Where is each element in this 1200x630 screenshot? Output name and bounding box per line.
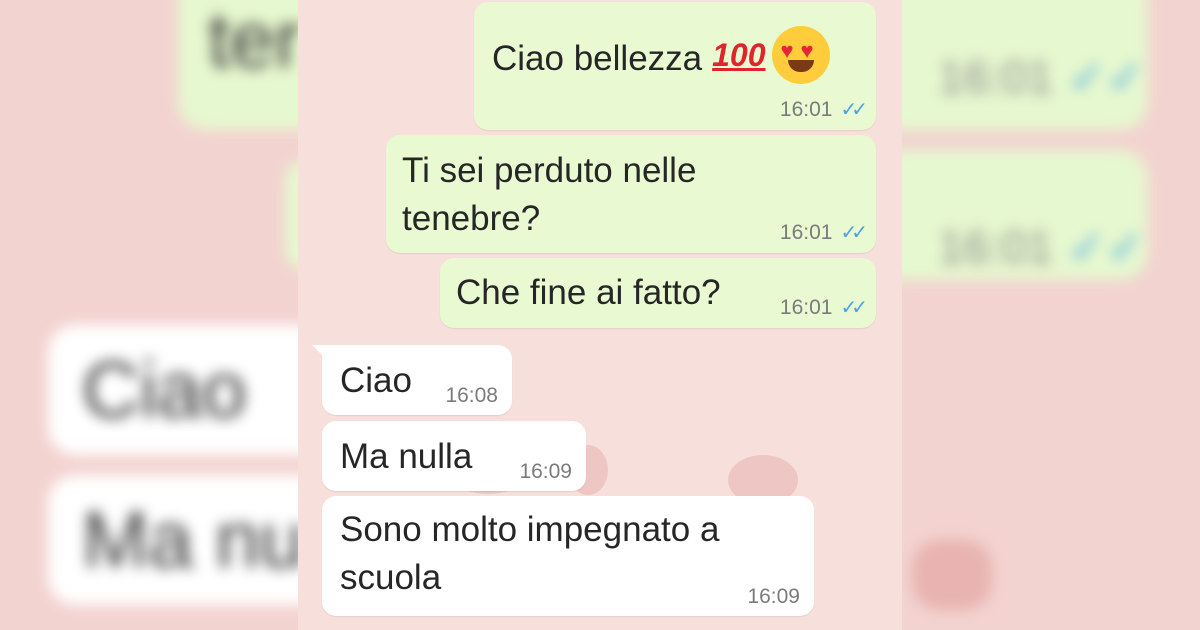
message-text: Che fine ai fatto? (456, 273, 721, 312)
message-text-content: Ciao bellezza (492, 39, 703, 78)
heart-eyes-emoji-icon: ♥ ♥ (771, 26, 830, 84)
blurred-timestamp: 16:01 (938, 51, 1054, 103)
bubble-tail (312, 345, 326, 359)
message-time: 16:09 (519, 460, 572, 483)
message-time: 16:08 (445, 384, 498, 407)
message-text-line: Sono molto impegnato a (340, 510, 720, 549)
message-text: Ciao (340, 361, 412, 400)
incoming-message[interactable]: Sono molto impegnato a scuola 16:09 (322, 496, 814, 616)
message-meta: 16:01 ✓✓ (779, 220, 868, 245)
blurred-text: Ma nu (82, 495, 298, 584)
chat-conversation[interactable]: Ciao bellezza 100 ♥ ♥ 16:01 ✓✓ Ti sei perdut… (298, 0, 902, 630)
blurred-incoming-bubble: Ma nu (48, 475, 298, 605)
incoming-message[interactable]: Ciao 16:08 (312, 345, 512, 415)
blurred-outgoing-bubble: ter (178, 0, 298, 130)
blurred-outgoing-bubble (285, 160, 298, 270)
blurred-background-left: ter Ciao Ma nu (0, 0, 298, 630)
message-text-line: scuola (340, 558, 442, 597)
hundred-points-emoji-icon: 100 (712, 37, 766, 73)
blurred-incoming-bubble: Ciao (48, 325, 298, 455)
message-meta: 16:01 ✓✓ (779, 97, 868, 122)
message-time: 16:01 (779, 296, 833, 319)
blurred-doodle (912, 540, 992, 610)
blurred-background-right: 16:01 ✓✓ 16:01 ✓✓ (902, 0, 1200, 630)
read-ticks-icon: ✓✓ (840, 222, 867, 244)
blurred-timestamp: 16:01 (938, 221, 1054, 273)
outgoing-message[interactable]: Ciao bellezza 100 ♥ ♥ 16:01 ✓✓ (474, 2, 876, 130)
incoming-message[interactable]: Ma nulla 16:09 (322, 421, 586, 491)
blurred-read-ticks-icon: ✓✓ (1068, 51, 1146, 103)
read-ticks-icon: ✓✓ (840, 297, 867, 319)
read-ticks-icon: ✓✓ (840, 99, 867, 121)
message-text: Ciao bellezza 100 ♥ ♥ (492, 26, 830, 84)
message-text: Sono molto impegnato a scuola (340, 506, 719, 602)
outgoing-message[interactable]: Che fine ai fatto? 16:01 ✓✓ (440, 258, 876, 328)
message-text: Ti sei perduto nelle tenebre? (402, 147, 696, 243)
blurred-read-ticks-icon: ✓✓ (1068, 221, 1146, 273)
blurred-outgoing-bubble: 16:01 ✓✓ (902, 0, 1148, 130)
message-text-line: Ti sei perduto nelle (402, 151, 697, 190)
blurred-outgoing-bubble: 16:01 ✓✓ (902, 150, 1148, 280)
blurred-text: Ciao (82, 345, 247, 434)
message-text: Ma nulla (340, 437, 473, 476)
message-meta: 16:01 ✓✓ (779, 295, 868, 320)
message-time: 16:09 (747, 585, 800, 608)
message-time: 16:01 (779, 98, 833, 121)
outgoing-message[interactable]: Ti sei perduto nelle tenebre? 16:01 ✓✓ (386, 135, 876, 253)
message-text-line: tenebre? (402, 199, 541, 238)
message-time: 16:01 (779, 221, 833, 244)
blurred-text: ter (208, 0, 298, 84)
